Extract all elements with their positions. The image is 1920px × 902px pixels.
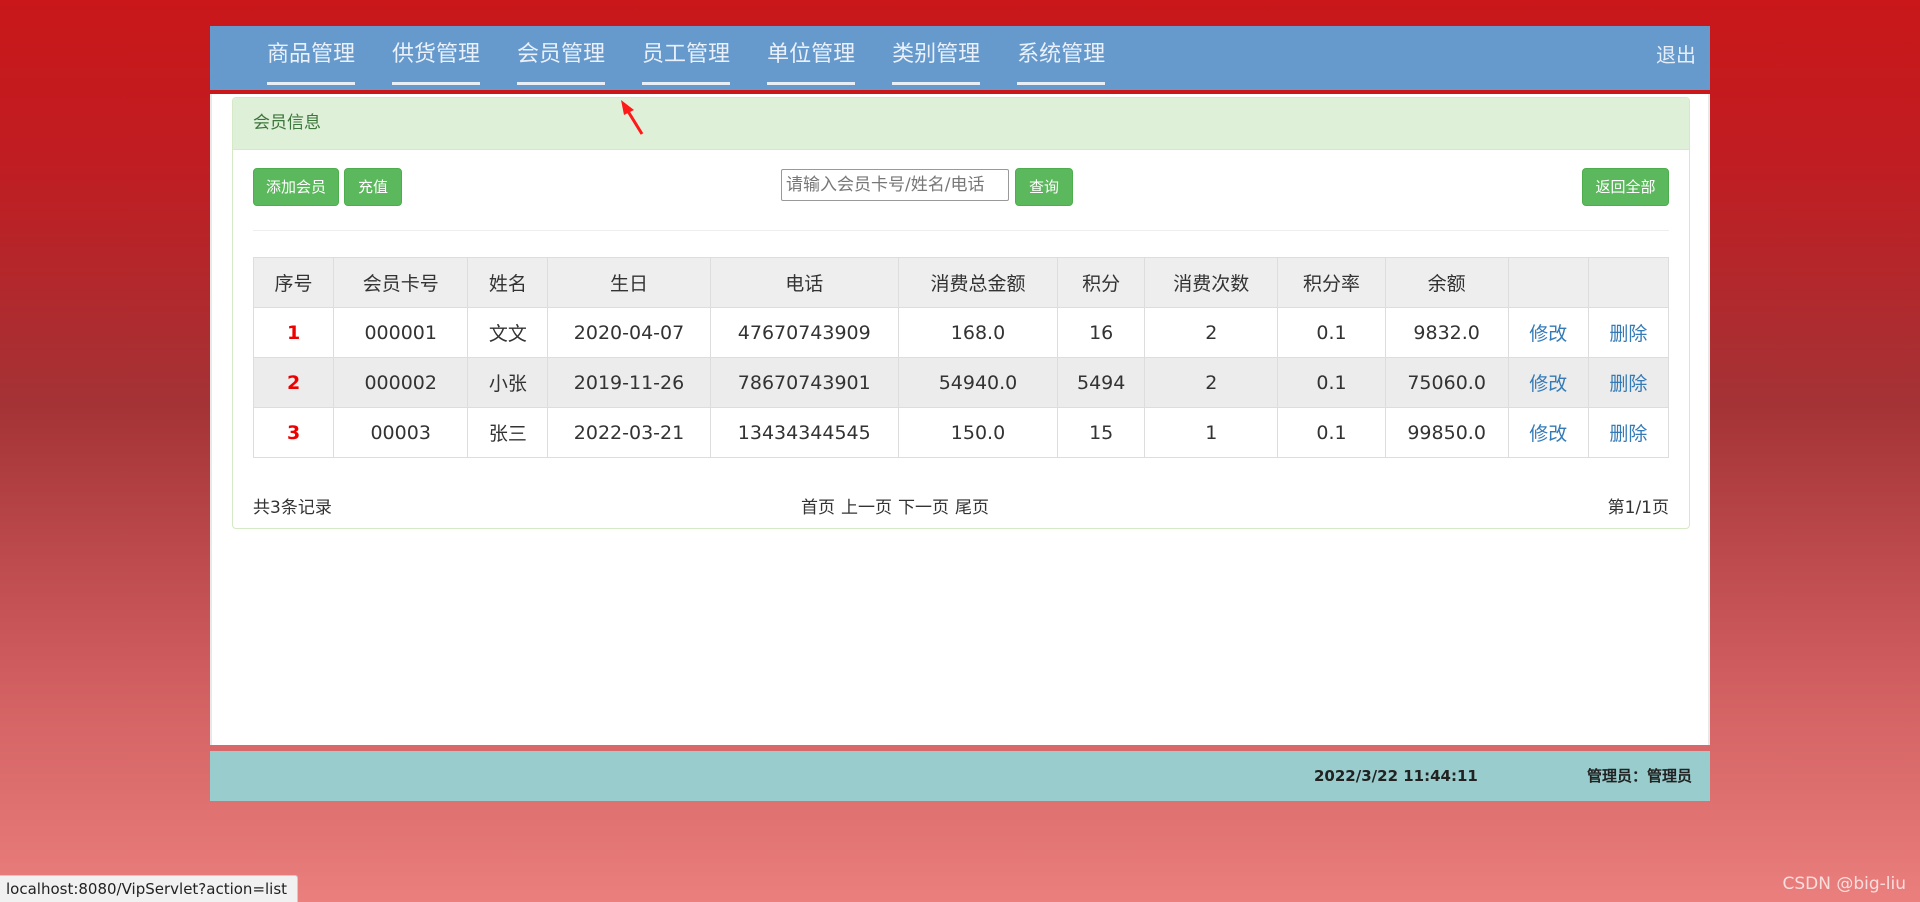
prev-page-link[interactable]: 上一页	[841, 498, 892, 518]
row-points: 15	[1057, 407, 1146, 458]
row-points-rate: 0.1	[1277, 307, 1386, 358]
header-index: 序号	[252, 257, 335, 308]
delete-link[interactable]: 删除	[1609, 423, 1647, 445]
row-name: 文文	[467, 307, 549, 358]
page-info: 第1/1页	[1607, 498, 1669, 518]
logout-link[interactable]: 退出	[1656, 26, 1696, 84]
nav-item-members[interactable]: 会员管理	[517, 26, 606, 90]
nav-item-units[interactable]: 单位管理	[767, 26, 856, 90]
top-navigation: 商品管理 供货管理 会员管理 员工管理 单位管理 类别管理 系统管理 退出	[210, 26, 1710, 94]
show-all-button[interactable]: 返回全部	[1582, 168, 1669, 206]
edit-link[interactable]: 修改	[1529, 423, 1567, 445]
first-page-link[interactable]: 首页	[801, 498, 835, 518]
recharge-button[interactable]: 充值	[344, 168, 402, 206]
row-points-rate: 0.1	[1277, 357, 1386, 408]
header-total-spent: 消费总金额	[897, 257, 1059, 308]
panel-heading: 会员信息	[233, 98, 1689, 150]
row-card-number: 00003	[333, 407, 469, 458]
main-content: 会员信息 添加会员 充值 查询 返回全部 序号 会员卡号 姓名 生	[210, 94, 1710, 745]
row-visit-count: 2	[1144, 307, 1279, 358]
row-points: 16	[1057, 307, 1146, 358]
bottom-status-bar: 2022/3/22 11:44:11 管理员：管理员	[210, 751, 1710, 801]
row-birthday: 2019-11-26	[547, 357, 711, 408]
browser-status-url: localhost:8080/VipServlet?action=list	[0, 875, 299, 902]
nav-list: 商品管理 供货管理 会员管理 员工管理 单位管理 类别管理 系统管理	[267, 26, 1142, 90]
delete-link[interactable]: 删除	[1609, 323, 1647, 345]
member-panel: 会员信息 添加会员 充值 查询 返回全部 序号 会员卡号 姓名 生	[232, 97, 1690, 529]
row-visit-count: 1	[1144, 407, 1279, 458]
row-name: 张三	[467, 407, 549, 458]
row-total-spent: 54940.0	[897, 357, 1059, 408]
row-points: 5494	[1057, 357, 1146, 408]
row-phone: 78670743901	[709, 357, 899, 408]
row-delete-cell: 删除	[1587, 307, 1670, 358]
header-visit-count: 消费次数	[1144, 257, 1279, 308]
edit-link[interactable]: 修改	[1529, 323, 1567, 345]
nav-item-products[interactable]: 商品管理	[267, 26, 356, 90]
table-row: 3 00003 张三 2022-03-21 13434344545 150.0 …	[252, 407, 1670, 458]
arrow-annotation-icon	[621, 100, 644, 135]
row-edit-cell: 修改	[1507, 407, 1589, 458]
header-birthday: 生日	[547, 257, 711, 308]
header-balance: 余额	[1384, 257, 1509, 308]
search-button[interactable]: 查询	[1015, 168, 1073, 206]
header-delete	[1587, 257, 1670, 308]
search-input[interactable]	[781, 169, 1009, 201]
row-card-number: 000001	[333, 307, 469, 358]
header-edit	[1507, 257, 1589, 308]
row-balance: 9832.0	[1384, 307, 1509, 358]
row-balance: 75060.0	[1384, 357, 1509, 408]
row-phone: 13434344545	[709, 407, 899, 458]
row-balance: 99850.0	[1384, 407, 1509, 458]
nav-item-employees[interactable]: 员工管理	[642, 26, 731, 90]
record-count: 共3条记录	[253, 498, 332, 518]
row-edit-cell: 修改	[1507, 307, 1589, 358]
nav-item-categories[interactable]: 类别管理	[892, 26, 981, 90]
row-total-spent: 168.0	[897, 307, 1059, 358]
table-row: 2 000002 小张 2019-11-26 78670743901 54940…	[252, 357, 1670, 408]
current-datetime: 2022/3/22 11:44:11	[1314, 767, 1478, 785]
row-card-number: 000002	[333, 357, 469, 408]
row-delete-cell: 删除	[1587, 407, 1670, 458]
table-header-row: 序号 会员卡号 姓名 生日 电话 消费总金额 积分 消费次数 积分率 余额	[252, 257, 1670, 308]
last-page-link[interactable]: 尾页	[955, 498, 989, 518]
members-table: 序号 会员卡号 姓名 生日 电话 消费总金额 积分 消费次数 积分率 余额 1 …	[252, 257, 1670, 458]
row-phone: 47670743909	[709, 307, 899, 358]
admin-label: 管理员：管理员	[1586, 767, 1692, 785]
row-name: 小张	[467, 357, 549, 408]
pagination: 首页 上一页 下一页 尾页	[801, 493, 995, 518]
delete-link[interactable]: 删除	[1609, 373, 1647, 395]
row-total-spent: 150.0	[897, 407, 1059, 458]
row-edit-cell: 修改	[1507, 357, 1589, 408]
row-index: 1	[252, 307, 335, 358]
row-points-rate: 0.1	[1277, 407, 1386, 458]
divider	[253, 230, 1669, 231]
row-index: 3	[252, 407, 335, 458]
row-delete-cell: 删除	[1587, 357, 1670, 408]
row-index: 2	[252, 357, 335, 408]
header-phone: 电话	[709, 257, 899, 308]
edit-link[interactable]: 修改	[1529, 373, 1567, 395]
nav-item-supply[interactable]: 供货管理	[392, 26, 481, 90]
row-birthday: 2022-03-21	[547, 407, 711, 458]
next-page-link[interactable]: 下一页	[898, 498, 949, 518]
nav-item-system[interactable]: 系统管理	[1017, 26, 1106, 90]
header-name: 姓名	[467, 257, 549, 308]
header-points-rate: 积分率	[1277, 257, 1386, 308]
header-card-number: 会员卡号	[333, 257, 469, 308]
table-row: 1 000001 文文 2020-04-07 47670743909 168.0…	[252, 307, 1670, 358]
row-birthday: 2020-04-07	[547, 307, 711, 358]
watermark: CSDN @big-liu	[1782, 874, 1906, 894]
row-visit-count: 2	[1144, 357, 1279, 408]
app-window: 商品管理 供货管理 会员管理 员工管理 单位管理 类别管理 系统管理 退出 会员…	[210, 26, 1710, 801]
add-member-button[interactable]: 添加会员	[253, 168, 339, 206]
header-points: 积分	[1057, 257, 1146, 308]
